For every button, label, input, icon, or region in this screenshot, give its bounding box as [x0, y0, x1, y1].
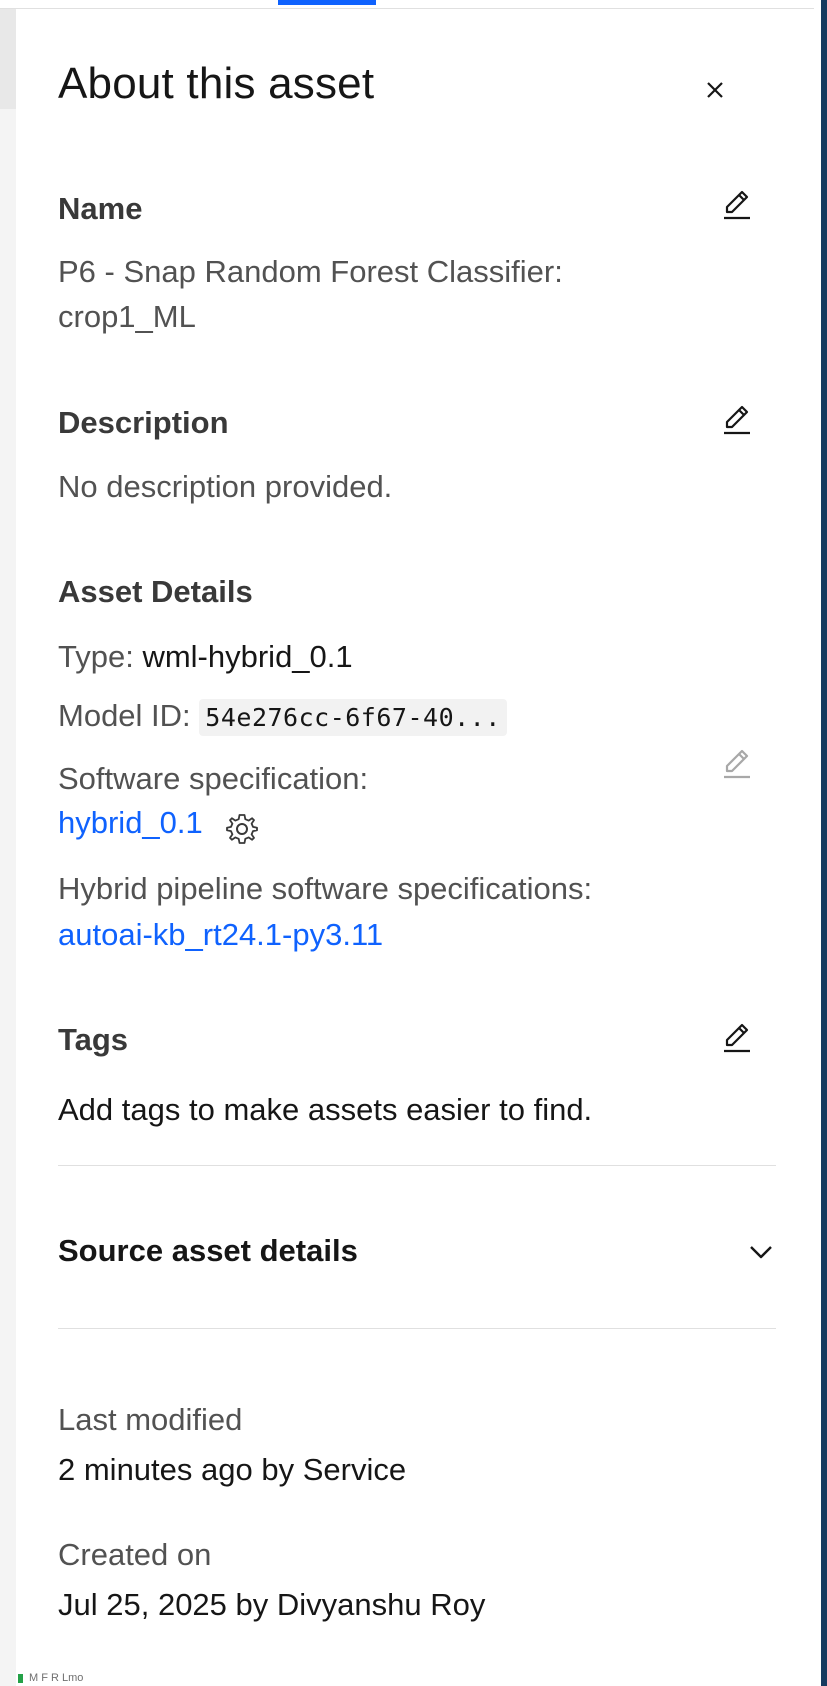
active-tab-indicator — [278, 0, 376, 5]
source-asset-details-label: Source asset details — [58, 1233, 358, 1268]
model-id-row: Model ID: 54e276cc-6f67-40... — [58, 698, 507, 737]
type-label: Type: — [58, 639, 134, 674]
close-icon — [707, 82, 723, 98]
window-edge-bar — [821, 0, 827, 1686]
edit-tags-button[interactable] — [716, 1016, 758, 1058]
source-asset-details-accordion[interactable]: Source asset details — [58, 1219, 776, 1283]
model-id-value[interactable]: 54e276cc-6f67-40... — [199, 699, 507, 737]
asset-name-line1: P6 - Snap Random Forest Classifier: — [58, 254, 563, 289]
pencil-icon — [724, 190, 750, 220]
type-row: Type: wml-hybrid_0.1 — [58, 639, 353, 675]
gear-icon[interactable] — [225, 812, 259, 846]
name-label: Name — [58, 191, 143, 226]
type-value: wml-hybrid_0.1 — [142, 639, 353, 674]
software-spec-label: Software specification: — [58, 761, 369, 796]
description-label: Description — [58, 405, 229, 440]
description-value: No description provided. — [58, 469, 393, 504]
model-id-label: Model ID: — [58, 698, 191, 733]
pencil-icon — [724, 405, 750, 435]
about-asset-panel: About this asset Name P6 - Snap Random F… — [16, 9, 814, 1686]
created-on-value: Jul 25, 2025 by Divyanshu Roy — [58, 1587, 486, 1622]
asset-details-label: Asset Details — [58, 574, 253, 609]
hybrid-spec-link[interactable]: autoai-kb_rt24.1-py3.11 — [58, 917, 383, 952]
asset-name-line2: crop1_ML — [58, 299, 196, 334]
pencil-icon — [724, 1023, 750, 1053]
status-footer: M F R Lmo — [18, 1672, 83, 1684]
close-button[interactable] — [698, 73, 732, 107]
window-edge — [814, 0, 827, 1686]
edit-software-spec-button[interactable] — [716, 742, 758, 784]
last-modified-label: Last modified — [58, 1402, 243, 1437]
divider-top — [58, 1165, 776, 1166]
pencil-icon — [724, 749, 750, 779]
background-strip — [0, 9, 16, 1686]
hybrid-spec-row: autoai-kb_rt24.1-py3.11 — [58, 917, 383, 953]
tags-label: Tags — [58, 1022, 129, 1057]
software-spec-link[interactable]: hybrid_0.1 — [58, 805, 203, 840]
tags-hint: Add tags to make assets easier to find. — [58, 1092, 593, 1127]
top-tab-bar — [0, 0, 814, 9]
software-spec-row: hybrid_0.1 — [58, 805, 259, 846]
divider-bottom — [58, 1328, 776, 1329]
created-on-label: Created on — [58, 1537, 212, 1572]
chevron-down-icon — [750, 1246, 772, 1259]
status-footer-text: M F R Lmo — [29, 1672, 84, 1684]
status-dot — [18, 1673, 23, 1683]
panel-title: About this asset — [58, 59, 375, 108]
edit-name-button[interactable] — [716, 183, 758, 225]
last-modified-value: 2 minutes ago by Service — [58, 1452, 407, 1487]
background-strip-upper — [0, 9, 16, 109]
hybrid-spec-label: Hybrid pipeline software specifications: — [58, 871, 593, 906]
edit-description-button[interactable] — [716, 398, 758, 440]
